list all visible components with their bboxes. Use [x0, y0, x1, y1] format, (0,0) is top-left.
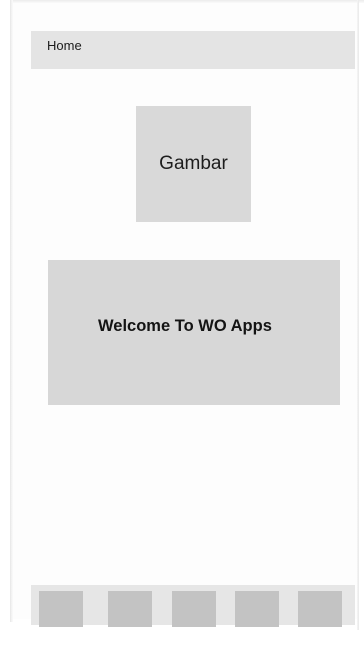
nav-item-3[interactable]	[172, 591, 216, 627]
app-header: Home	[31, 31, 355, 69]
bottom-navigation	[31, 585, 355, 627]
image-placeholder: Gambar	[136, 106, 251, 222]
welcome-banner: Welcome To WO Apps	[48, 260, 340, 405]
nav-item-1[interactable]	[39, 591, 83, 627]
nav-item-2[interactable]	[108, 591, 152, 627]
welcome-text: Welcome To WO Apps	[98, 317, 272, 335]
paper-edge-right	[357, 0, 359, 630]
image-placeholder-label: Gambar	[159, 153, 228, 174]
page-title: Home	[47, 38, 82, 53]
nav-item-5[interactable]	[298, 591, 342, 627]
nav-item-4[interactable]	[235, 591, 279, 627]
app-screen: Home Gambar Welcome To WO Apps	[0, 0, 364, 646]
